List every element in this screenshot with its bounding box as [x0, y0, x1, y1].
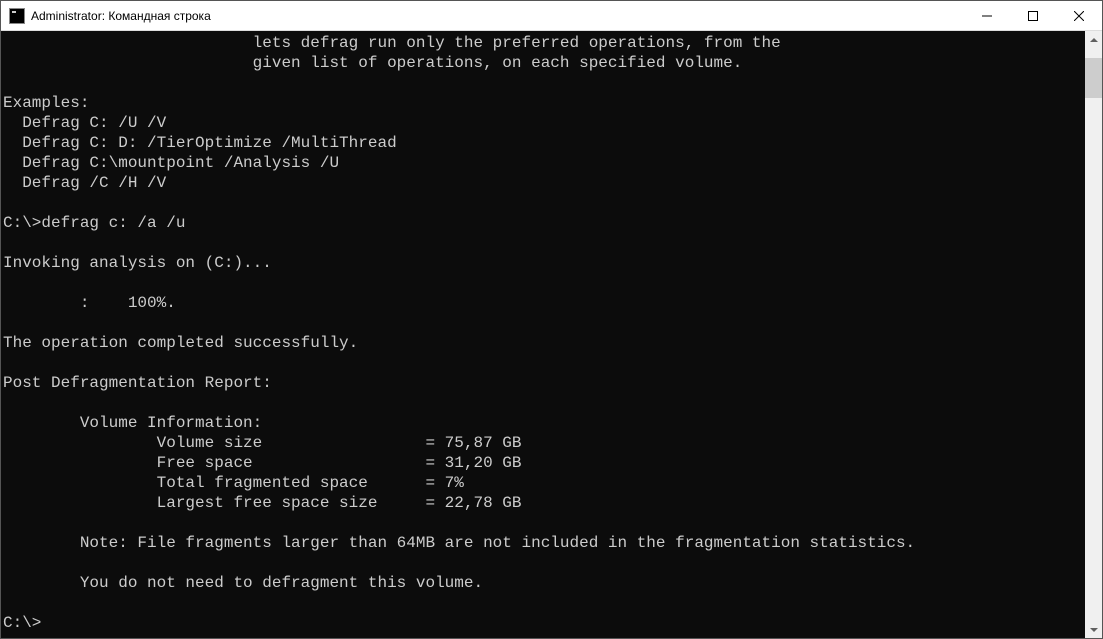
- scroll-up-button[interactable]: [1085, 31, 1102, 48]
- minimize-button[interactable]: [964, 1, 1010, 30]
- window-titlebar: Administrator: Командная строка: [1, 1, 1102, 31]
- close-icon: [1074, 11, 1084, 21]
- chevron-down-icon: [1090, 628, 1098, 632]
- chevron-up-icon: [1090, 38, 1098, 42]
- scroll-down-button[interactable]: [1085, 621, 1102, 638]
- scroll-track[interactable]: [1085, 48, 1102, 621]
- minimize-icon: [982, 11, 992, 21]
- cmd-icon: [9, 8, 25, 24]
- terminal-output[interactable]: lets defrag run only the preferred opera…: [1, 31, 1085, 638]
- terminal-wrapper: lets defrag run only the preferred opera…: [1, 31, 1102, 638]
- maximize-button[interactable]: [1010, 1, 1056, 30]
- close-button[interactable]: [1056, 1, 1102, 30]
- maximize-icon: [1028, 11, 1038, 21]
- window-title: Administrator: Командная строка: [31, 9, 964, 23]
- window-controls: [964, 1, 1102, 30]
- vertical-scrollbar[interactable]: [1085, 31, 1102, 638]
- scroll-thumb[interactable]: [1085, 58, 1102, 98]
